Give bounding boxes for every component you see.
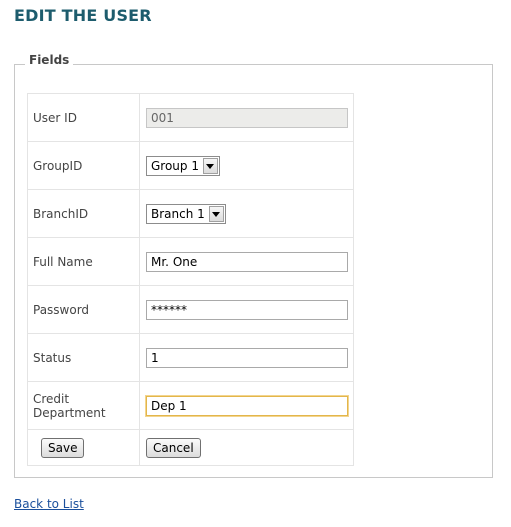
form-row-status: Status (27, 333, 354, 382)
form-row-user-id: User ID (27, 93, 354, 142)
password-input[interactable] (146, 300, 348, 320)
form-row-branch-id: BranchID Branch 1 (27, 189, 354, 238)
full-name-label: Full Name (27, 237, 140, 286)
user-id-input (146, 108, 348, 128)
dropdown-arrow-icon[interactable] (202, 158, 218, 174)
full-name-input[interactable] (146, 252, 348, 272)
form-row-actions: Save Cancel (27, 429, 354, 466)
dropdown-arrow-icon[interactable] (208, 206, 224, 222)
save-button[interactable]: Save (41, 437, 85, 458)
fieldset-legend: Fields (25, 53, 74, 67)
form-row-password: Password (27, 285, 354, 334)
credit-department-input[interactable] (146, 396, 348, 416)
credit-department-label: Credit Department (27, 381, 140, 430)
group-id-select[interactable]: Group 1 (146, 156, 220, 176)
form-row-full-name: Full Name (27, 237, 354, 286)
branch-id-select[interactable]: Branch 1 (146, 204, 226, 224)
form-row-group-id: GroupID Group 1 (27, 141, 354, 190)
edit-user-form: User ID GroupID Group 1 BranchID Branch … (27, 93, 354, 466)
back-to-list-link[interactable]: Back to List (14, 497, 84, 511)
user-id-label: User ID (27, 93, 140, 142)
branch-id-selected: Branch 1 (151, 207, 205, 221)
branch-id-label: BranchID (27, 189, 140, 238)
cancel-button[interactable]: Cancel (146, 438, 201, 458)
status-label: Status (27, 333, 140, 382)
password-label: Password (27, 285, 140, 334)
page-title: EDIT THE USER (14, 6, 152, 25)
status-input[interactable] (146, 348, 348, 368)
form-row-credit-department: Credit Department (27, 381, 354, 430)
group-id-selected: Group 1 (151, 159, 199, 173)
group-id-label: GroupID (27, 141, 140, 190)
